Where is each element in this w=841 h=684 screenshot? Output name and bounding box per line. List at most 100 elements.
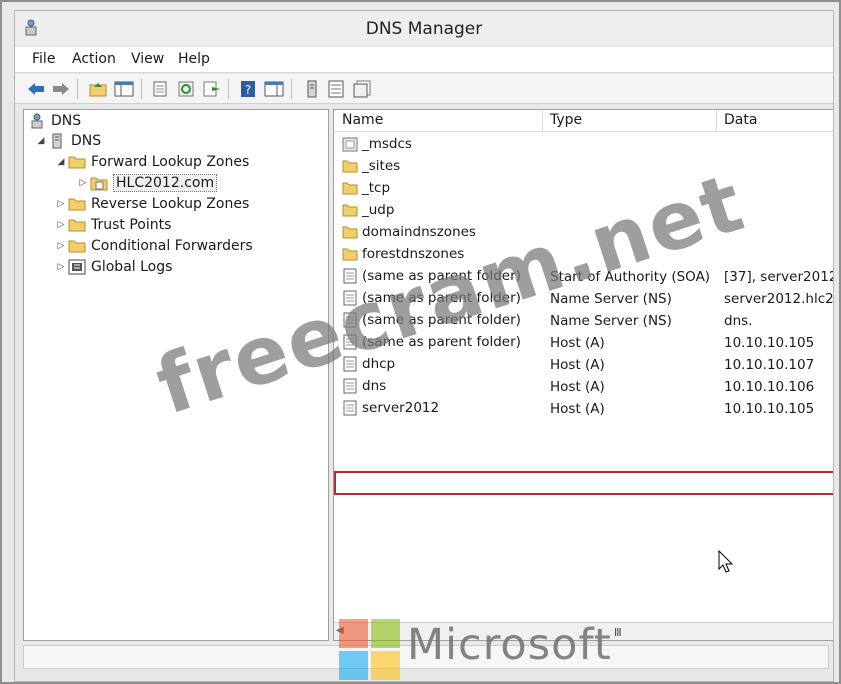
tree-node-dns-server[interactable]: ◢ DNS xyxy=(34,131,102,151)
folder-icon xyxy=(68,217,86,233)
cell-name: forestdnszones xyxy=(342,246,464,262)
detail-view-icon[interactable] xyxy=(351,78,373,100)
cell-name-text: (same as parent folder) xyxy=(362,312,521,328)
table-row[interactable]: forestdnszones xyxy=(334,244,833,266)
tree-node-zone-hlc2012[interactable]: ▷ HLC2012.com xyxy=(76,173,218,193)
tree-label-trust-points: Trust Points xyxy=(91,217,172,233)
cell-type: Host (A) xyxy=(550,335,605,351)
tree-node-conditional-forwarders[interactable]: ▷ Conditional Forwarders xyxy=(54,236,253,256)
properties-icon[interactable] xyxy=(149,78,171,100)
cell-type: Host (A) xyxy=(550,357,605,373)
expand-triangle-icon[interactable]: ▷ xyxy=(54,239,68,253)
cell-name: _msdcs xyxy=(342,136,412,152)
expand-triangle-icon[interactable]: ▷ xyxy=(54,218,68,232)
cell-type: Start of Authority (SOA) xyxy=(550,269,711,285)
record-icon xyxy=(342,290,358,306)
list-view-icon[interactable] xyxy=(325,78,347,100)
delegated-folder-icon xyxy=(342,136,358,152)
collapse-triangle-icon[interactable]: ◢ xyxy=(54,155,68,169)
menu-help[interactable]: Help xyxy=(178,51,210,67)
cell-name: (same as parent folder) xyxy=(342,268,521,284)
collapse-triangle-icon[interactable]: ◢ xyxy=(34,134,48,148)
table-row[interactable]: (same as parent folder) Start of Authorit… xyxy=(334,266,833,288)
toolbar: ? xyxy=(15,74,833,104)
folder-icon xyxy=(342,246,358,262)
table-row[interactable]: _sites xyxy=(334,156,833,178)
cell-name-text: _udp xyxy=(362,202,395,218)
cell-name-text: forestdnszones xyxy=(362,246,465,262)
menu-action[interactable]: Action xyxy=(72,51,116,67)
cell-name: (same as parent folder) xyxy=(342,312,521,328)
up-folder-icon[interactable] xyxy=(87,78,109,100)
scroll-thumb-grip-icon[interactable]: III xyxy=(614,626,622,639)
export-list-icon[interactable] xyxy=(201,78,223,100)
mouse-pointer-icon xyxy=(718,550,734,573)
cell-name-text: (same as parent folder) xyxy=(362,268,521,284)
cell-name: _udp xyxy=(342,202,394,218)
folder-icon xyxy=(342,224,358,240)
menu-view[interactable]: View xyxy=(131,51,164,67)
expand-triangle-icon[interactable]: ▷ xyxy=(54,260,68,274)
action-pane-icon[interactable] xyxy=(263,78,285,100)
title-bar: DNS Manager xyxy=(15,11,833,45)
cell-name: dns xyxy=(342,378,386,394)
cell-name: dhcp xyxy=(342,356,395,372)
folder-icon xyxy=(68,196,86,212)
cell-type: Name Server (NS) xyxy=(550,313,672,329)
microsoft-wordmark: Microsoft xyxy=(407,620,612,670)
table-row[interactable]: server2012 Host (A) 10.10.10.105 xyxy=(334,398,833,420)
table-row[interactable]: (same as parent folder) Name Server (NS) d… xyxy=(334,310,833,332)
tree-node-trust-points[interactable]: ▷ Trust Points xyxy=(54,215,172,235)
tree-node-reverse-lookup-zones[interactable]: ▷ Reverse Lookup Zones xyxy=(54,194,250,214)
console-tree[interactable]: DNS ◢ DNS ◢ Forward Lookup Zones ▷ HLC20… xyxy=(23,109,329,641)
forward-arrow-icon[interactable] xyxy=(50,78,72,100)
folder-icon xyxy=(342,158,358,174)
menu-file[interactable]: File xyxy=(32,51,55,67)
table-row[interactable]: dhcp Host (A) 10.10.10.107 xyxy=(334,354,833,376)
column-header-name[interactable]: Name xyxy=(342,112,383,128)
menu-bar: File Action View Help xyxy=(15,47,833,73)
tree-node-dns-root[interactable]: DNS xyxy=(28,111,81,131)
table-row[interactable]: (same as parent folder) Host (A) 10.10.10.… xyxy=(334,332,833,354)
table-row[interactable]: dns Host (A) 10.10.10.106 xyxy=(334,376,833,398)
table-row[interactable]: _msdcs xyxy=(334,134,833,156)
record-icon xyxy=(342,356,358,372)
records-list[interactable]: Name Type Data _msdcs _sites _tcp _udpdomai… xyxy=(333,109,834,641)
highlighted-dns-record xyxy=(334,471,833,495)
tree-node-forward-lookup-zones[interactable]: ◢ Forward Lookup Zones xyxy=(54,152,250,172)
record-icon xyxy=(342,334,358,350)
table-row[interactable]: _tcp xyxy=(334,178,833,200)
window-title: DNS Manager xyxy=(365,19,483,39)
tree-label-dns-server: DNS xyxy=(71,133,102,149)
event-log-icon xyxy=(68,259,86,275)
cell-data: 10.10.10.105 xyxy=(724,335,815,351)
cell-name: (same as parent folder) xyxy=(342,290,521,306)
cell-name: _sites xyxy=(342,158,400,174)
list-header: Name Type Data xyxy=(334,110,833,132)
cell-type: Host (A) xyxy=(550,401,605,417)
cell-data: [37], server2012.hlc xyxy=(724,269,833,285)
table-row[interactable]: domaindnszones xyxy=(334,222,833,244)
record-icon xyxy=(342,312,358,328)
show-hide-tree-icon[interactable] xyxy=(113,78,135,100)
refresh-icon[interactable] xyxy=(175,78,197,100)
tree-node-global-logs[interactable]: ▷ Global Logs xyxy=(54,257,173,277)
server-icon[interactable] xyxy=(301,78,323,100)
table-row[interactable]: _udp xyxy=(334,200,833,222)
expand-triangle-icon[interactable]: ▷ xyxy=(54,197,68,211)
screenshot-frame: DNS Manager File Action View Help ? DNS … xyxy=(0,0,841,684)
cell-data: 10.10.10.105 xyxy=(724,401,815,417)
expand-triangle-icon[interactable]: ▷ xyxy=(76,176,90,190)
table-row[interactable]: (same as parent folder) Name Server (NS) s… xyxy=(334,288,834,310)
help-icon[interactable]: ? xyxy=(237,78,259,100)
cell-type: Name Server (NS) xyxy=(550,291,672,307)
dns-root-icon xyxy=(28,113,46,129)
cell-name-text: _tcp xyxy=(362,180,391,196)
cell-name: (same as parent folder) xyxy=(342,334,521,350)
column-header-type[interactable]: Type xyxy=(550,112,582,128)
back-arrow-icon[interactable] xyxy=(25,78,47,100)
cell-data: server2012.hlc2012 xyxy=(724,291,834,307)
record-icon xyxy=(342,400,358,416)
folder-icon xyxy=(68,154,86,170)
column-header-data[interactable]: Data xyxy=(724,112,757,128)
